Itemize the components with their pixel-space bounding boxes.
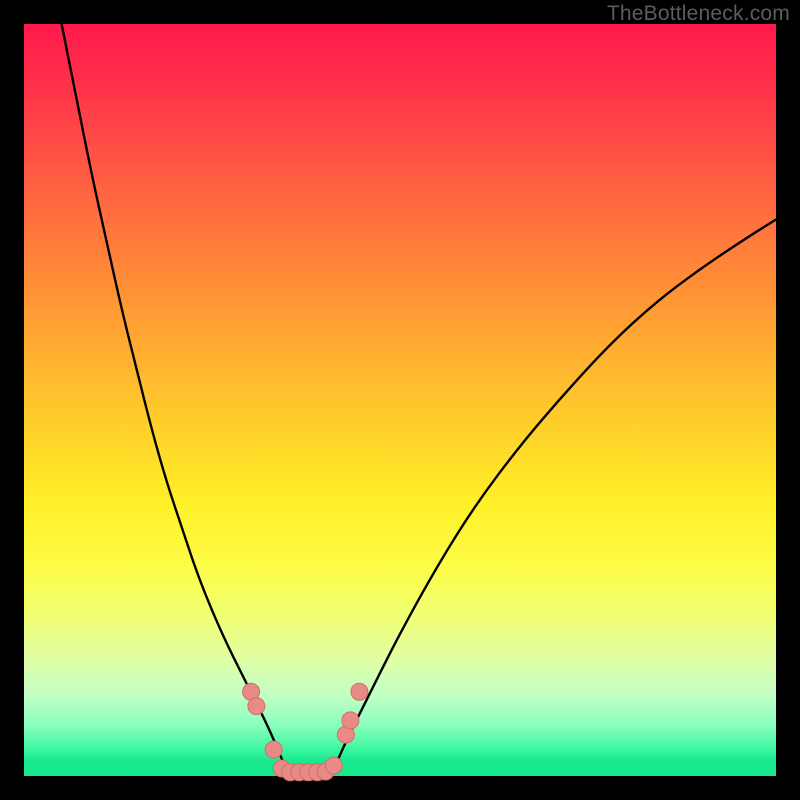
curve-left-branch: [62, 24, 288, 772]
curve-right-branch: [332, 220, 776, 773]
data-marker: [265, 741, 282, 758]
outer-frame: TheBottleneck.com: [0, 0, 800, 800]
curve-layer: [62, 24, 776, 772]
watermark-text: TheBottleneck.com: [607, 2, 790, 26]
chart-svg: [24, 24, 776, 776]
data-marker: [248, 698, 265, 715]
data-marker: [342, 712, 359, 729]
data-marker: [325, 757, 342, 774]
marker-layer: [243, 683, 368, 780]
data-marker: [351, 683, 368, 700]
